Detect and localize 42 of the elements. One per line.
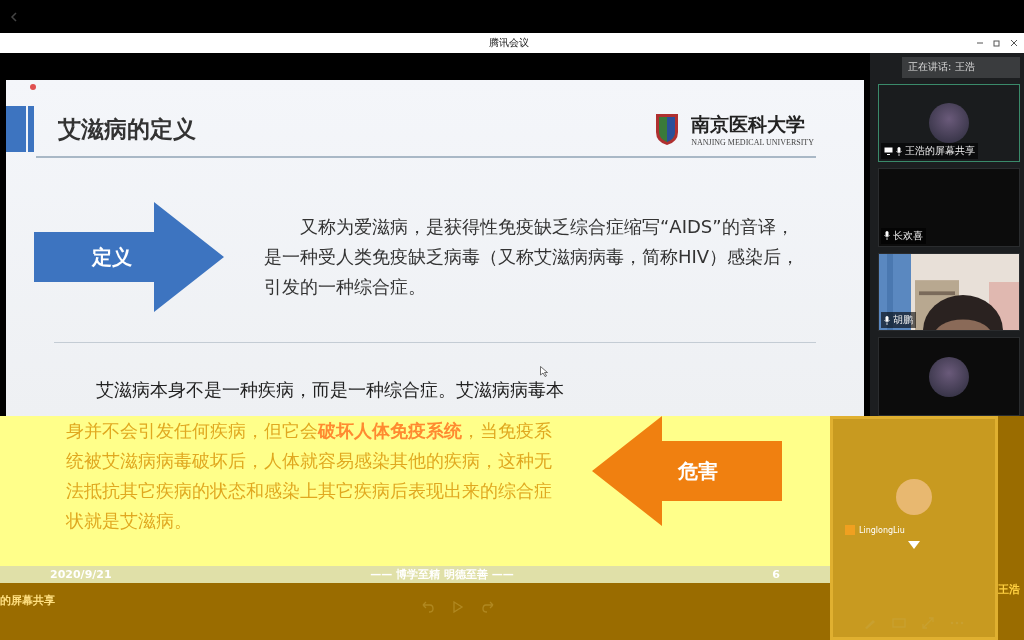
arrow-label: 危害 (592, 416, 782, 526)
window-title: 腾讯会议 (488, 36, 530, 50)
minimize-icon[interactable] (976, 39, 984, 47)
speaking-text: 正在讲话: 王浩 (908, 60, 975, 75)
shield-icon (655, 112, 680, 146)
participant-tile[interactable]: 长欢喜 (878, 168, 1020, 247)
participant-name: LinglongLiu (859, 525, 905, 535)
share-label: 的屏幕共享 (0, 593, 56, 608)
definition-text: 又称为爱滋病，是获得性免疫缺乏综合症缩写“AIDS”的音译，是一种受人类免疫缺乏病毒（又称艾滋病病毒，简称HIV）感染后，引发的一种综合症。 (264, 215, 801, 299)
cursor-icon (540, 366, 548, 377)
participant-name: 长欢喜 (893, 228, 923, 243)
close-icon[interactable] (1010, 39, 1018, 47)
undo-icon[interactable] (420, 601, 434, 613)
participant-name: 王浩的屏幕共享 (905, 144, 975, 159)
participant-name: 胡鹏 (893, 313, 913, 328)
speaker-name: 王浩 (998, 582, 1020, 597)
avatar (929, 102, 969, 143)
page-number: 6 (772, 568, 780, 581)
footer-motto: —— 博学至精 明德至善 —— (370, 567, 514, 582)
university-name: 南京医科大学 (691, 111, 807, 137)
record-icon (30, 84, 36, 90)
mic-icon (896, 146, 902, 156)
play-icon[interactable] (452, 601, 464, 613)
redo-icon[interactable] (482, 601, 496, 613)
avatar (896, 479, 932, 515)
participant-tile[interactable] (878, 337, 1020, 417)
restore-icon[interactable] (993, 39, 1001, 47)
avatar (929, 356, 969, 397)
user-icon (845, 525, 855, 535)
mic-icon (884, 315, 890, 325)
title-bar-icon (6, 106, 34, 152)
arrow-label: 定义 (34, 202, 224, 312)
paragraph-text: 艾滋病本身不是一种疾病，而是一种综合症。艾滋病病毒本 (96, 379, 564, 401)
participant-tile[interactable]: 王浩的屏幕共享 (878, 83, 1020, 163)
footer-date: 2020/9/21 (50, 568, 112, 581)
university-subtitle: NANJING MEDICAL UNIVERSITY (691, 137, 814, 147)
slide-title: 艾滋病的定义 (58, 114, 196, 144)
mic-icon (884, 231, 890, 241)
participant-tile[interactable]: 胡鹏 (878, 252, 1020, 332)
paragraph-text: 身并不会引发任何疾病，但它会破坏人体免疫系统，当免疫系统被艾滋病病毒破坏后，人体就容易感染其他的疾病，这种无法抵抗其它疾病的状态和感染上其它疾病后表现出来的综合症状就是艾滋病。 (66, 419, 553, 533)
dropdown-icon[interactable] (908, 541, 920, 549)
back-icon[interactable] (10, 11, 18, 22)
